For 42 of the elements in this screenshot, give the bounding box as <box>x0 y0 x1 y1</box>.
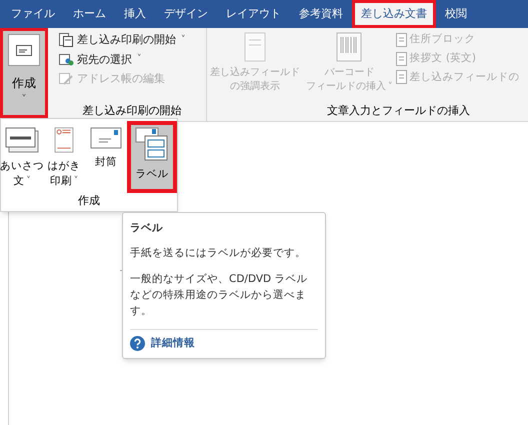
document-icon <box>396 32 406 47</box>
ribbon-tab[interactable]: ホーム <box>64 0 115 28</box>
document-icon <box>396 70 406 84</box>
caret-icon: ˅ <box>22 92 26 107</box>
envelope-icon <box>16 44 32 56</box>
caret-icon: ˅ <box>26 174 31 189</box>
ribbon-tab[interactable]: 参考資料 <box>290 0 352 28</box>
caret-icon: ˅ <box>137 53 142 66</box>
caret-icon: ˅ <box>388 80 392 94</box>
help-link[interactable]: 詳細情報 <box>151 336 195 352</box>
ribbon-button[interactable]: 宛先の選択 ˅ <box>58 52 206 68</box>
create-menu-item[interactable]: ラベル <box>127 121 177 193</box>
envelope-icon <box>90 127 122 149</box>
group-label: 作成 <box>78 193 100 209</box>
ribbon-tab[interactable]: 挿入 <box>115 0 155 28</box>
ribbon-tab[interactable]: デザイン <box>155 0 217 28</box>
document-icon <box>396 52 406 66</box>
create-menu-item[interactable]: はがき 印刷 ˅ <box>43 121 85 193</box>
ribbon-button[interactable]: 差し込み印刷の開始 ˅ <box>58 32 206 48</box>
group-label: 差し込み印刷の開始 <box>82 104 182 116</box>
group-label: 文章入力とフィールドの挿入 <box>327 104 470 116</box>
label-sheet-icon <box>135 127 169 161</box>
caret-icon: ˅ <box>181 34 186 47</box>
tooltip-text: 一般的なサイズや、CD/DVD ラベルなどの特殊用途のラベルから選べます。 <box>130 272 308 319</box>
create-menu-item[interactable]: あいさつ 文 ˅ <box>1 121 43 193</box>
ribbon-tab[interactable]: レイアウト <box>217 0 290 28</box>
caret-icon: ˅ <box>74 174 78 189</box>
tooltip-title: ラベル <box>130 221 164 236</box>
create-button[interactable]: 作成 ˅ <box>0 28 48 118</box>
barcode-icon <box>336 32 362 62</box>
postcard-icon <box>52 127 76 153</box>
create-menu-item[interactable]: 封筒 <box>85 121 127 193</box>
pencil-document-icon <box>58 71 74 88</box>
ribbon-tab[interactable]: 校閲 <box>436 0 476 28</box>
document-icon <box>243 32 267 62</box>
greeting-card-icon <box>5 127 39 153</box>
ribbon-tab[interactable]: ファイル <box>2 0 64 28</box>
document-icon <box>58 32 74 48</box>
contacts-icon <box>58 52 74 68</box>
ribbon-tab[interactable]: 差し込み文書 <box>352 0 436 28</box>
help-icon <box>130 336 145 352</box>
tooltip-text: 手紙を送るにはラベルが必要です。 <box>130 246 307 261</box>
